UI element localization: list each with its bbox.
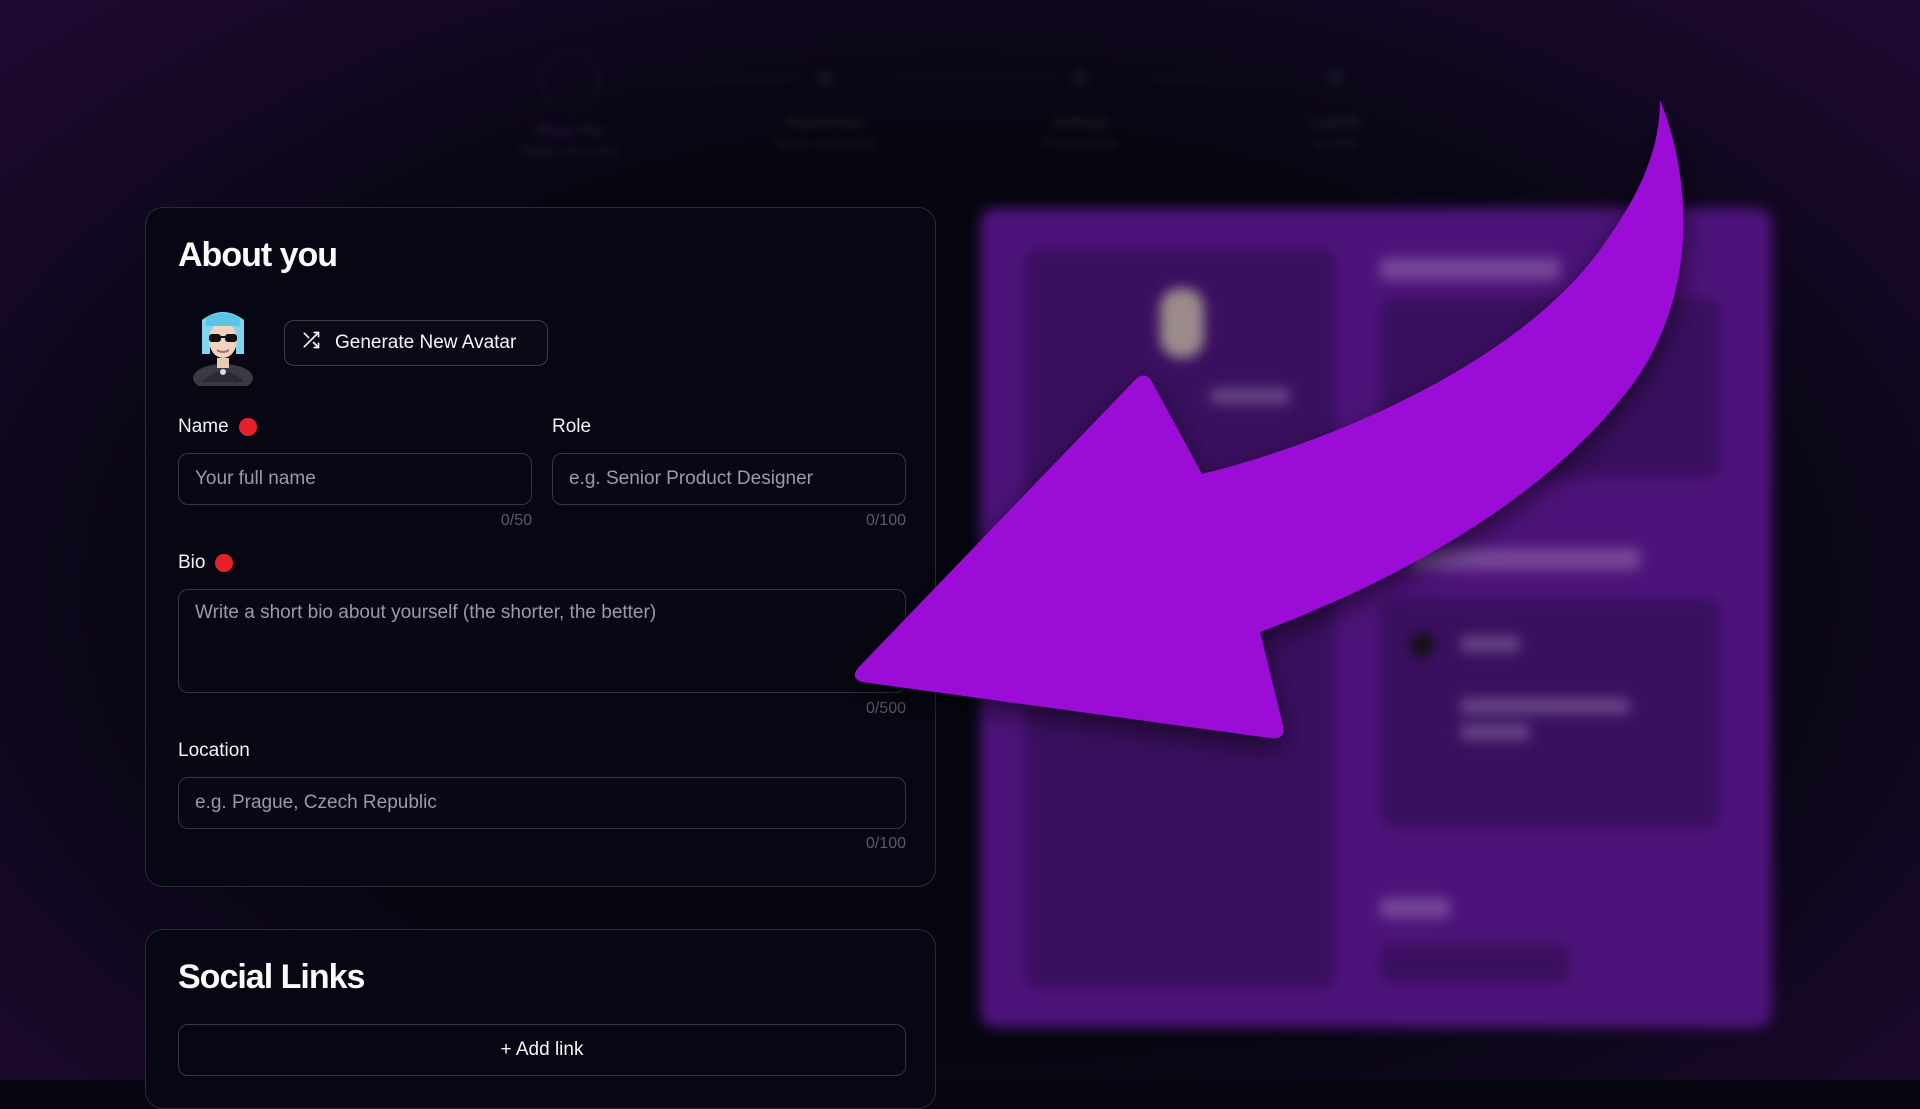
- profile-preview-panel: [980, 208, 1772, 1028]
- preview-text: [1380, 258, 1560, 280]
- step-subtitle: Preferences: [1042, 135, 1118, 151]
- step-indicator: [540, 50, 600, 110]
- step-indicator: [1072, 70, 1088, 86]
- bio-char-count: 0/500: [865, 700, 906, 717]
- preview-box: [1380, 298, 1720, 478]
- avatar-illustration: [193, 312, 253, 392]
- add-link-button[interactable]: + Add link: [178, 1024, 906, 1076]
- preview-text: [1410, 548, 1640, 570]
- role-label: Role: [552, 416, 591, 438]
- progress-stepper: About You Basic info & bio Experience Wo…: [500, 50, 1400, 170]
- about-you-card: About you Generate New Avatar Name Your: [145, 207, 936, 887]
- preview-chip: [1380, 943, 1570, 983]
- bio-label-text: Bio: [178, 552, 206, 573]
- bio-placeholder: Write a short bio about yourself (the sh…: [195, 602, 657, 623]
- social-links-card: Social Links + Add link: [145, 929, 936, 1109]
- about-heading: About you: [178, 236, 338, 274]
- name-label: Name: [178, 416, 257, 438]
- name-input[interactable]: Your full name: [178, 453, 532, 505]
- step-settings[interactable]: Settings Preferences: [990, 50, 1170, 151]
- step-subtitle: Basic info & bio: [521, 143, 619, 159]
- location-placeholder: e.g. Prague, Czech Republic: [195, 792, 437, 813]
- shuffle-icon: [301, 330, 321, 356]
- preview-text: [1460, 698, 1630, 714]
- required-dot: [215, 554, 234, 572]
- preview-text: [1460, 636, 1520, 652]
- name-char-count: 0/50: [500, 512, 532, 529]
- bio-textarea[interactable]: Write a short bio about yourself (the sh…: [178, 589, 906, 693]
- bio-label: Bio: [178, 552, 234, 574]
- avatar: [188, 304, 258, 392]
- step-about[interactable]: About You Basic info & bio: [480, 50, 660, 159]
- preview-profile-card: [1025, 248, 1335, 988]
- step-indicator: [1327, 70, 1343, 86]
- step-launch[interactable]: Launch Go live: [1245, 50, 1425, 151]
- preview-text: [1210, 388, 1290, 404]
- social-heading: Social Links: [178, 958, 365, 996]
- preview-text: [1460, 724, 1530, 740]
- location-label-text: Location: [178, 740, 250, 761]
- step-title: About You: [535, 122, 605, 139]
- step-title: Settings: [1052, 114, 1108, 131]
- step-subtitle: Work & timeline: [776, 135, 874, 151]
- preview-avatar: [1160, 288, 1204, 358]
- name-placeholder: Your full name: [195, 468, 316, 489]
- step-experience[interactable]: Experience Work & timeline: [735, 50, 915, 151]
- step-subtitle: Go live: [1313, 135, 1357, 151]
- location-char-count: 0/100: [865, 835, 906, 852]
- generate-avatar-label: Generate New Avatar: [335, 332, 517, 353]
- location-input[interactable]: e.g. Prague, Czech Republic: [178, 777, 906, 829]
- role-placeholder: e.g. Senior Product Designer: [569, 468, 813, 489]
- role-input[interactable]: e.g. Senior Product Designer: [552, 453, 906, 505]
- step-title: Experience: [787, 114, 863, 131]
- preview-dot: [1410, 633, 1434, 657]
- required-dot: [238, 418, 257, 436]
- step-indicator: [817, 70, 833, 86]
- generate-avatar-button[interactable]: Generate New Avatar: [284, 320, 548, 366]
- role-char-count: 0/100: [865, 512, 906, 529]
- name-label-text: Name: [178, 416, 229, 437]
- preview-text: [1380, 898, 1450, 918]
- role-label-text: Role: [552, 416, 592, 437]
- step-title: Launch: [1310, 114, 1360, 131]
- location-label: Location: [178, 740, 250, 762]
